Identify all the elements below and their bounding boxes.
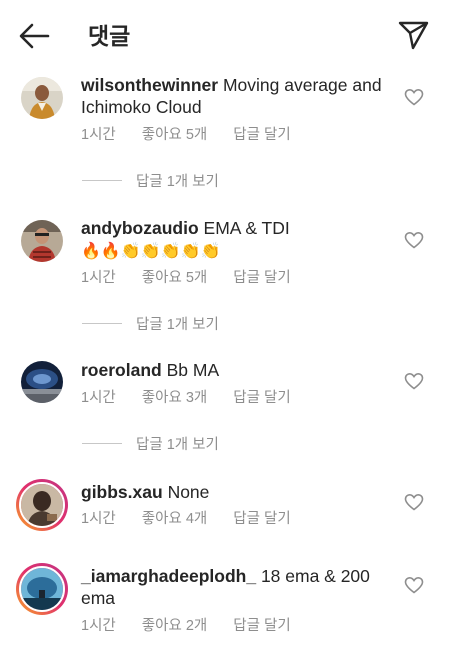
share-button[interactable]: [396, 18, 430, 52]
view-replies-label: 답글 1개 보기: [136, 436, 219, 453]
comment-likes[interactable]: 좋아요 4개: [142, 509, 207, 529]
comment-time: 1시간: [81, 270, 116, 286]
comment-meta: 1시간 좋아요 4개 답글 달기: [81, 509, 313, 529]
comment-meta: 1시간 좋아요 3개 답글 달기: [81, 388, 313, 408]
comment-likes[interactable]: 좋아요 3개: [142, 388, 207, 408]
comment-meta: 1시간 좋아요 2개 답글 달기: [81, 616, 313, 636]
comment-likes[interactable]: 좋아요 2개: [142, 616, 207, 636]
reply-button[interactable]: 답글 달기: [233, 616, 290, 636]
heart-icon[interactable]: [404, 88, 424, 106]
comment-text: andybozaudio EMA & TDI 🔥🔥👏👏👏👏👏: [81, 217, 391, 263]
comment-text: wilsonthewinner Moving average and Ichim…: [81, 74, 391, 118]
comment-body: EMA & TDI: [203, 218, 290, 238]
arrow-left-icon: [19, 23, 50, 49]
view-replies-button[interactable]: 답글 1개 보기: [82, 313, 219, 333]
avatar[interactable]: [16, 479, 68, 531]
view-replies-button[interactable]: 답글 1개 보기: [82, 433, 219, 453]
divider: [82, 322, 122, 324]
comment-likes[interactable]: 좋아요 5개: [142, 268, 207, 288]
comment-time: 1시간: [81, 390, 116, 406]
reply-button[interactable]: 답글 달기: [233, 268, 290, 288]
comment-text: gibbs.xau None: [81, 481, 391, 503]
comment-body: Bb MA: [166, 360, 220, 380]
reply-button[interactable]: 답글 달기: [233, 388, 290, 408]
avatar[interactable]: [18, 74, 66, 122]
comment-emoji: 🔥🔥👏👏👏👏👏: [81, 243, 221, 260]
comment-username[interactable]: andybozaudio: [81, 218, 199, 238]
heart-icon[interactable]: [404, 231, 424, 249]
comment-likes[interactable]: 좋아요 5개: [142, 125, 207, 145]
avatar[interactable]: [18, 358, 66, 406]
comment-username[interactable]: wilsonthewinner: [81, 75, 218, 95]
heart-icon[interactable]: [404, 493, 424, 511]
back-button[interactable]: [16, 20, 52, 52]
comment-text: _iamarghadeeplodh_ 18 ema & 200 ema: [81, 565, 391, 609]
view-replies-label: 답글 1개 보기: [136, 173, 219, 190]
page-title: 댓글: [88, 23, 131, 49]
comment-time: 1시간: [81, 511, 116, 527]
comment-time: 1시간: [81, 127, 116, 143]
divider: [82, 179, 122, 181]
comment-body: None: [167, 482, 210, 502]
comment-time: 1시간: [81, 618, 116, 634]
view-replies-label: 답글 1개 보기: [136, 316, 219, 333]
comment-username[interactable]: _iamarghadeeplodh_: [81, 566, 256, 586]
comment-meta: 1시간 좋아요 5개 답글 달기: [81, 125, 313, 145]
heart-icon[interactable]: [404, 372, 424, 390]
comment-username[interactable]: roeroland: [81, 360, 162, 380]
divider: [82, 442, 122, 444]
heart-icon[interactable]: [404, 576, 424, 594]
comment-meta: 1시간 좋아요 5개 답글 달기: [81, 268, 313, 288]
comment-text: roeroland Bb MA: [81, 359, 391, 381]
paper-plane-icon: [398, 21, 429, 50]
avatar[interactable]: [16, 563, 68, 615]
view-replies-button[interactable]: 답글 1개 보기: [82, 170, 219, 190]
header-bar: 댓글: [0, 0, 450, 70]
comment-username[interactable]: gibbs.xau: [81, 482, 163, 502]
avatar[interactable]: [18, 217, 66, 265]
reply-button[interactable]: 답글 달기: [233, 509, 290, 529]
reply-button[interactable]: 답글 달기: [233, 125, 290, 145]
